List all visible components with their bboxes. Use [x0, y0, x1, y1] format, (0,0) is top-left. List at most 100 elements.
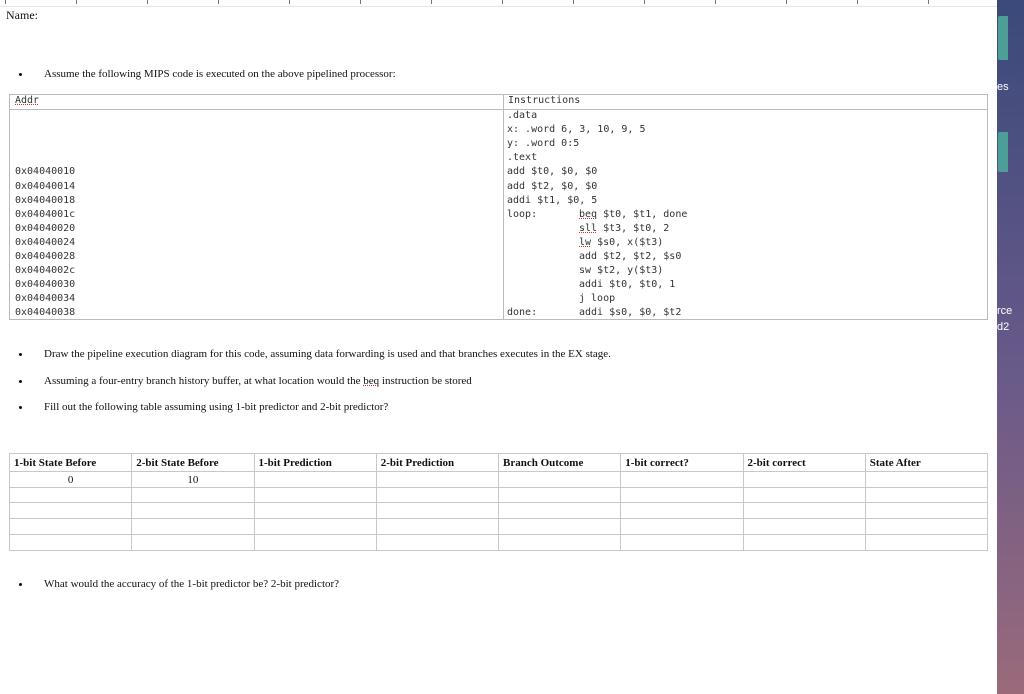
code-label: loop:: [507, 208, 538, 220]
table-cell[interactable]: [742, 534, 866, 551]
table-cell[interactable]: [131, 518, 255, 535]
table-row: [8, 502, 989, 519]
table-cell[interactable]: [620, 487, 744, 503]
question-fill-table: Fill out the following table assuming us…: [44, 401, 389, 413]
table-cell[interactable]: [8, 487, 133, 503]
code-instruction: addi $t1, $0, 5: [507, 194, 598, 206]
name-label: Name:: [6, 8, 38, 22]
code-instruction: add $t0, $0, $0: [507, 166, 598, 178]
code-top-line: y: .word 0:5: [507, 138, 580, 150]
code-address: 0x0404001c: [15, 208, 76, 220]
table-cell[interactable]: [375, 518, 500, 535]
table-cell[interactable]: [253, 502, 377, 519]
ruler-tick: [644, 0, 645, 4]
question-branch-history: Assuming a four-entry branch history buf…: [44, 375, 472, 387]
table-cell[interactable]: [497, 487, 622, 503]
table-cell[interactable]: [742, 518, 866, 535]
table-cell[interactable]: [253, 471, 377, 488]
table-cell[interactable]: [253, 518, 377, 535]
ruler-tick: [289, 0, 290, 4]
code-top-line: .data: [507, 110, 538, 121]
table-row: 0 10: [8, 471, 989, 488]
table-cell[interactable]: [864, 487, 989, 503]
code-address: 0x04040024: [15, 236, 76, 248]
code-label: done:: [507, 307, 538, 319]
ruler-tick: [5, 0, 6, 4]
table-cell[interactable]: [864, 534, 989, 551]
table-row: [8, 487, 989, 503]
code-instruction: j loop: [579, 293, 616, 305]
desktop-side-button-top[interactable]: [998, 16, 1008, 60]
desktop-side-text-mid: rce: [997, 305, 1013, 317]
column-divider: [503, 95, 504, 319]
table-header-cell: State After: [864, 453, 989, 472]
prediction-table-header: 1-bit State Before 2-bit State Before 1-bi…: [8, 453, 989, 472]
table-cell[interactable]: [742, 471, 866, 488]
table-header-cell: 2-bit correct: [742, 453, 866, 472]
code-table: Addr Instructions .data x: .word 6, 3, 10…: [9, 94, 988, 320]
code-instruction: sw $t2, y($t3): [579, 265, 664, 277]
ruler-tick: [715, 0, 716, 4]
question-pipeline-diagram: Draw the pipeline execution diagram for …: [44, 348, 611, 360]
code-top-line: x: .word 6, 3, 10, 9, 5: [507, 124, 646, 136]
table-cell[interactable]: [742, 502, 866, 519]
code-instruction: addi $t0, $t0, 1: [579, 279, 676, 291]
ruler-tick: [147, 0, 148, 4]
table-cell[interactable]: [497, 502, 622, 519]
table-cell[interactable]: [497, 471, 622, 488]
table-cell[interactable]: [131, 487, 255, 503]
table-cell[interactable]: [620, 502, 744, 519]
table-cell[interactable]: [864, 502, 989, 519]
table-cell[interactable]: [8, 518, 133, 535]
table-cell[interactable]: [375, 502, 500, 519]
table-cell[interactable]: [8, 502, 133, 519]
table-cell[interactable]: [620, 534, 744, 551]
table-cell[interactable]: [253, 487, 377, 503]
table-header-cell: 2-bit State Before: [131, 453, 255, 472]
code-instruction: sll $t3, $t0, 2: [579, 222, 670, 234]
code-instruction: lw $s0, x($t3): [579, 236, 664, 248]
ruler-tick: [431, 0, 432, 4]
table-cell[interactable]: [497, 534, 622, 551]
code-address: 0x04040034: [15, 293, 76, 305]
intro-text: Assume the following MIPS code is execut…: [44, 68, 396, 80]
table-cell[interactable]: [864, 518, 989, 535]
code-instruction: beq $t0, $t1, done: [579, 208, 688, 220]
table-row: [8, 534, 989, 551]
table-cell[interactable]: [742, 487, 866, 503]
desktop-side-button-mid[interactable]: [998, 132, 1008, 172]
code-address: 0x04040028: [15, 251, 76, 262]
table-cell[interactable]: [253, 534, 377, 551]
table-cell[interactable]: [620, 471, 744, 488]
table-cell[interactable]: [864, 471, 989, 488]
table-header-cell: 2-bit Prediction: [375, 453, 500, 472]
ruler-tick: [857, 0, 858, 4]
code-address: 0x04040018: [15, 194, 76, 206]
table-header-cell: Branch Outcome: [497, 453, 622, 472]
table-cell[interactable]: [620, 518, 744, 535]
table-cell[interactable]: [131, 534, 255, 551]
ruler-tick: [502, 0, 503, 4]
code-top-line: .text: [507, 152, 538, 164]
document-page: Name: Assume the following MIPS code is …: [0, 0, 997, 694]
ruler-tick: [928, 0, 929, 4]
table-row: [8, 518, 989, 535]
ruler-tick: [786, 0, 787, 4]
table-cell[interactable]: [497, 518, 622, 535]
code-address: 0x04040010: [15, 166, 76, 178]
ruler-tick: [76, 0, 77, 4]
table-cell[interactable]: [375, 471, 500, 488]
prediction-table-body: 0 10: [8, 471, 989, 551]
code-address: 0x04040038: [15, 307, 76, 319]
table-cell[interactable]: [8, 534, 133, 551]
table-cell[interactable]: 0: [8, 471, 133, 488]
code-address: 0x04040030: [15, 279, 76, 291]
code-instruction: add $t2, $t2, $s0: [579, 251, 682, 262]
ruler-tick: [360, 0, 361, 4]
ruler[interactable]: [0, 0, 997, 7]
table-cell[interactable]: [375, 534, 500, 551]
table-cell[interactable]: [131, 502, 255, 519]
table-cell[interactable]: 10: [131, 471, 255, 488]
desktop-side-text-bot: d2: [997, 321, 1010, 333]
table-cell[interactable]: [375, 487, 500, 503]
